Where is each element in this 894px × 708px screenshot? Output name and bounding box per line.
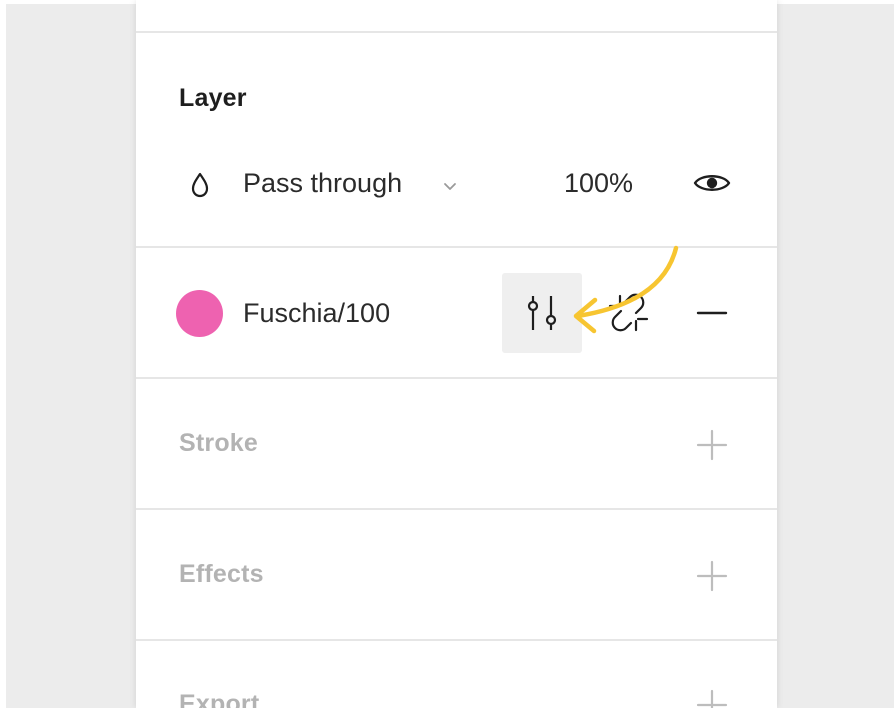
effects-section-title: Effects <box>179 560 264 588</box>
drop-icon <box>191 172 209 198</box>
add-export-plus-icon[interactable] <box>695 688 729 708</box>
canvas-edge <box>0 0 6 708</box>
layer-section-title: Layer <box>179 84 247 112</box>
divider-effects <box>136 639 777 641</box>
add-stroke-plus-icon[interactable] <box>695 428 729 462</box>
properties-panel: Layer Pass through 100% Fuschia/100 Stro… <box>136 0 777 708</box>
add-effect-plus-icon[interactable] <box>695 559 729 593</box>
chevron-down-icon[interactable] <box>442 180 458 192</box>
export-section-title: Export <box>179 690 260 708</box>
fill-style-name[interactable]: Fuschia/100 <box>243 298 390 329</box>
opacity-value[interactable]: 100% <box>564 168 633 199</box>
color-swatch[interactable] <box>176 290 223 337</box>
divider-stroke <box>136 508 777 510</box>
sliders-icon[interactable] <box>522 293 562 333</box>
divider-layer <box>136 246 777 248</box>
eye-icon[interactable] <box>693 171 731 195</box>
divider-fill <box>136 377 777 379</box>
stroke-section-title: Stroke <box>179 429 259 457</box>
minus-icon[interactable] <box>696 300 728 326</box>
blend-mode-select[interactable]: Pass through <box>243 168 402 199</box>
unlink-icon[interactable] <box>606 292 650 334</box>
divider-top <box>136 31 777 33</box>
